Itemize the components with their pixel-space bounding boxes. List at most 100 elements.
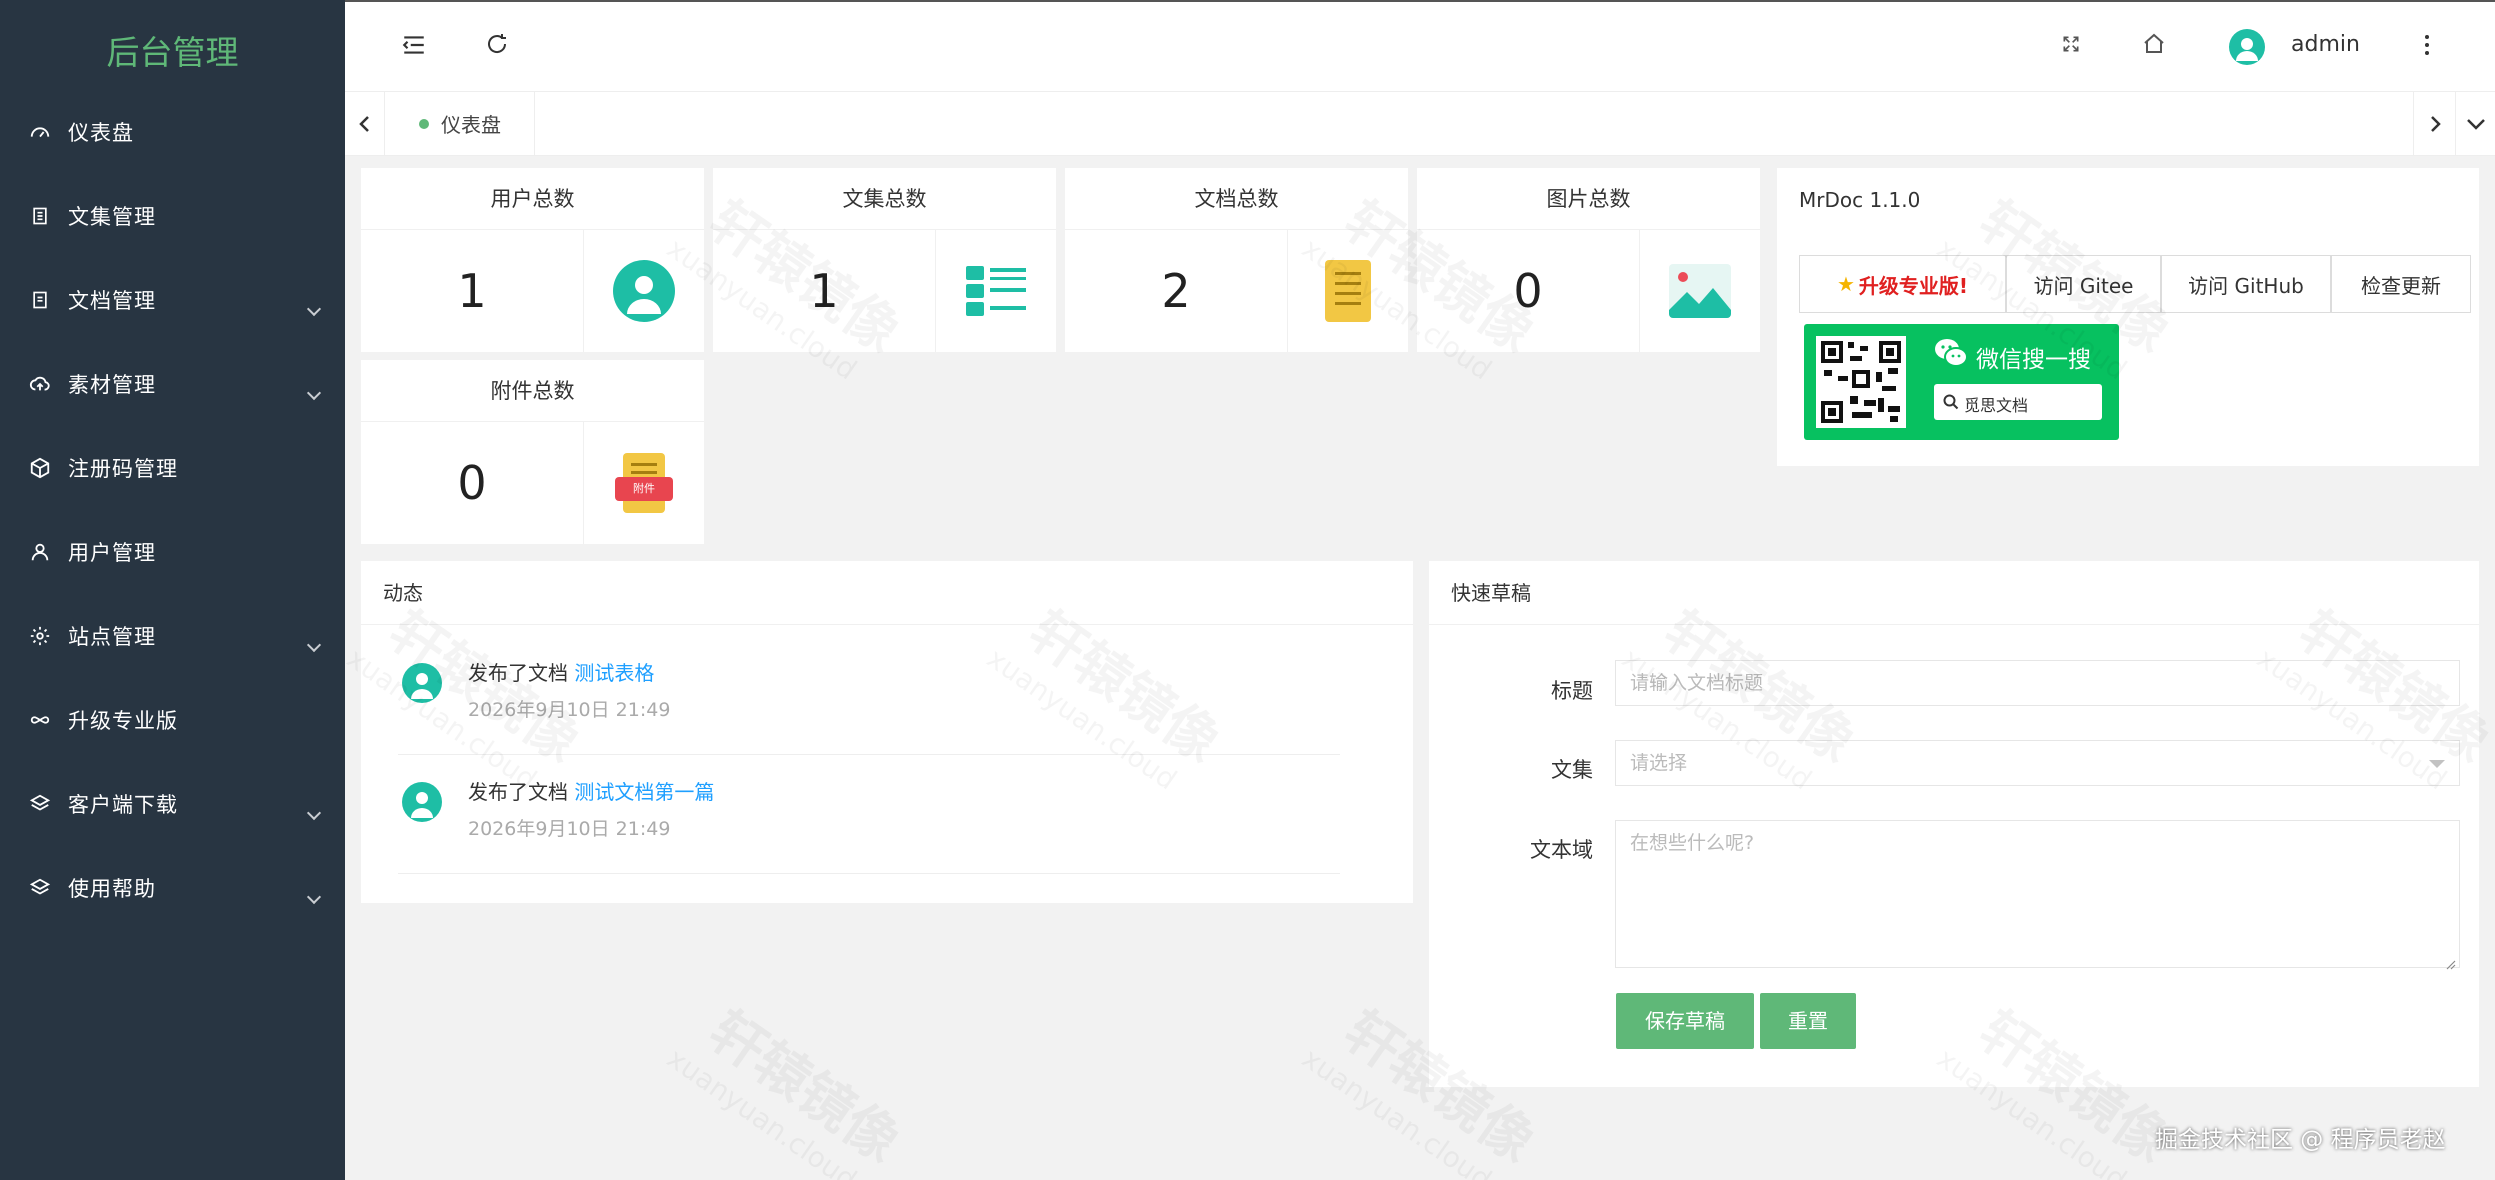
draft-content-placeholder: 在想些什么呢? bbox=[1630, 832, 1755, 854]
sidebar-item-client-download[interactable]: 客户端下载 bbox=[0, 762, 345, 846]
user-avatar-icon bbox=[613, 260, 675, 322]
stat-card-images: 图片总数 0 bbox=[1417, 168, 1760, 352]
avatar[interactable] bbox=[2229, 29, 2265, 65]
draft-collection-placeholder: 请选择 bbox=[1630, 752, 1688, 774]
sidebar-item-label: 用户管理 bbox=[68, 541, 156, 565]
activity-document-link[interactable]: 测试表格 bbox=[574, 661, 654, 685]
chevron-down-icon bbox=[306, 385, 322, 401]
stat-value: 0 bbox=[1513, 264, 1543, 318]
draft-content-textarea[interactable]: 在想些什么呢? bbox=[1615, 820, 2460, 970]
sidebar-item-regcodes[interactable]: 注册码管理 bbox=[0, 426, 345, 510]
cube-icon bbox=[28, 456, 52, 480]
sidebar-item-site[interactable]: 站点管理 bbox=[0, 594, 345, 678]
sidebar-item-label: 站点管理 bbox=[68, 625, 156, 649]
active-dot-icon bbox=[419, 119, 429, 129]
draft-content-label: 文本域 bbox=[1530, 838, 1593, 862]
user-icon bbox=[28, 540, 52, 564]
wechat-icon bbox=[1934, 338, 1968, 368]
save-draft-button[interactable]: 保存草稿 bbox=[1616, 993, 1754, 1049]
upgrade-pro-button[interactable]: ★ 升级专业版! bbox=[1799, 255, 2006, 313]
sidebar-item-label: 注册码管理 bbox=[68, 457, 178, 481]
stat-value: 0 bbox=[457, 456, 487, 510]
resize-handle-icon[interactable] bbox=[2444, 952, 2456, 970]
tab-scroll-left-icon[interactable] bbox=[345, 92, 385, 155]
draft-collection-label: 文集 bbox=[1551, 758, 1593, 782]
stat-card-attachments: 附件总数 0 附件 bbox=[361, 360, 704, 544]
sidebar-item-label: 升级专业版 bbox=[68, 709, 178, 733]
draft-title-input[interactable]: 请输入文档标题 bbox=[1615, 660, 2460, 706]
activity-action: 发布了文档 bbox=[468, 661, 568, 685]
sidebar-item-label: 客户端下载 bbox=[68, 793, 178, 817]
qr-code-icon bbox=[1816, 336, 1906, 428]
stat-label: 文档总数 bbox=[1065, 168, 1408, 230]
version-title: MrDoc 1.1.0 bbox=[1799, 188, 1921, 212]
wechat-search-box[interactable]: 觅思文档 bbox=[1934, 384, 2102, 420]
infinity-icon bbox=[28, 708, 52, 732]
visit-github-button[interactable]: 访问 GitHub bbox=[2161, 255, 2331, 313]
activity-document-link[interactable]: 测试文档第一篇 bbox=[574, 780, 714, 804]
document-icon bbox=[1325, 260, 1371, 322]
document-icon bbox=[28, 288, 52, 312]
stat-card-users: 用户总数 1 bbox=[361, 168, 704, 352]
activity-time: 2026年9月10日 21:49 bbox=[468, 818, 671, 840]
sidebar-item-help[interactable]: 使用帮助 bbox=[0, 846, 345, 930]
draft-collection-select[interactable]: 请选择 bbox=[1615, 740, 2460, 786]
dashboard-icon bbox=[28, 120, 52, 144]
activity-time: 2026年9月10日 21:49 bbox=[468, 699, 671, 721]
visit-gitee-button[interactable]: 访问 Gitee bbox=[2006, 255, 2161, 313]
home-icon[interactable] bbox=[2142, 32, 2168, 58]
upgrade-pro-label: 升级专业版! bbox=[1858, 273, 1969, 298]
chevron-down-icon bbox=[306, 889, 322, 905]
tab-dashboard[interactable]: 仪表盘 bbox=[385, 92, 535, 155]
gear-icon bbox=[28, 624, 52, 648]
stat-value: 1 bbox=[809, 264, 839, 318]
sidebar-item-label: 使用帮助 bbox=[68, 877, 156, 901]
tab-label: 仪表盘 bbox=[441, 113, 501, 137]
wechat-search-text: 觅思文档 bbox=[1964, 396, 2029, 415]
draft-title-label: 标题 bbox=[1551, 679, 1593, 703]
cloud-upload-icon bbox=[28, 372, 52, 396]
chevron-down-icon bbox=[2429, 760, 2445, 768]
sidebar-item-materials[interactable]: 素材管理 bbox=[0, 342, 345, 426]
attachment-icon: 附件 bbox=[615, 453, 673, 513]
activity-title: 动态 bbox=[361, 561, 1413, 625]
activity-item: 发布了文档 测试文档第一篇 2026年9月10日 21:49 bbox=[360, 754, 1378, 874]
sidebar-item-upgrade[interactable]: 升级专业版 bbox=[0, 678, 345, 762]
tab-bar: 仪表盘 bbox=[345, 92, 2495, 156]
chevron-down-icon bbox=[306, 637, 322, 653]
sidebar: 后台管理 仪表盘 文集管理 文档管理 素材管理 注册码管理 用户管理 站点管理 … bbox=[0, 0, 345, 1180]
activity-action: 发布了文档 bbox=[468, 780, 568, 804]
refresh-icon[interactable] bbox=[485, 32, 513, 60]
collection-icon bbox=[28, 204, 52, 228]
stat-label: 附件总数 bbox=[361, 360, 704, 422]
search-icon bbox=[1942, 393, 1960, 411]
wechat-search-banner[interactable]: 微信搜一搜 觅思文档 bbox=[1804, 324, 2119, 440]
activity-item: 发布了文档 测试表格 2026年9月10日 21:49 bbox=[360, 635, 1378, 755]
top-bar: admin bbox=[345, 0, 2495, 92]
username[interactable]: admin bbox=[2291, 32, 2360, 57]
list-icon bbox=[966, 266, 1026, 316]
image-icon bbox=[1669, 264, 1731, 318]
divider bbox=[398, 873, 1340, 874]
menu-collapse-icon[interactable] bbox=[401, 32, 431, 60]
chevron-down-icon bbox=[306, 805, 322, 821]
more-vertical-icon[interactable] bbox=[2423, 32, 2435, 60]
quick-draft-title: 快速草稿 bbox=[1429, 561, 2479, 625]
fullscreen-icon[interactable] bbox=[2061, 34, 2085, 58]
layers-icon bbox=[28, 876, 52, 900]
stat-label: 用户总数 bbox=[361, 168, 704, 230]
tab-menu-chevron-down-icon[interactable] bbox=[2455, 92, 2495, 155]
star-icon: ★ bbox=[1836, 272, 1855, 296]
sidebar-item-dashboard[interactable]: 仪表盘 bbox=[0, 90, 345, 174]
sidebar-item-users[interactable]: 用户管理 bbox=[0, 510, 345, 594]
check-update-button[interactable]: 检查更新 bbox=[2331, 255, 2471, 313]
sidebar-item-documents[interactable]: 文档管理 bbox=[0, 258, 345, 342]
reset-button[interactable]: 重置 bbox=[1760, 993, 1856, 1049]
tab-scroll-right-icon[interactable] bbox=[2413, 92, 2455, 155]
stat-value: 1 bbox=[457, 264, 487, 318]
sidebar-item-collections[interactable]: 文集管理 bbox=[0, 174, 345, 258]
avatar bbox=[402, 782, 442, 822]
sidebar-item-label: 仪表盘 bbox=[68, 121, 134, 145]
stat-value: 2 bbox=[1161, 264, 1191, 318]
stat-label: 图片总数 bbox=[1417, 168, 1760, 230]
